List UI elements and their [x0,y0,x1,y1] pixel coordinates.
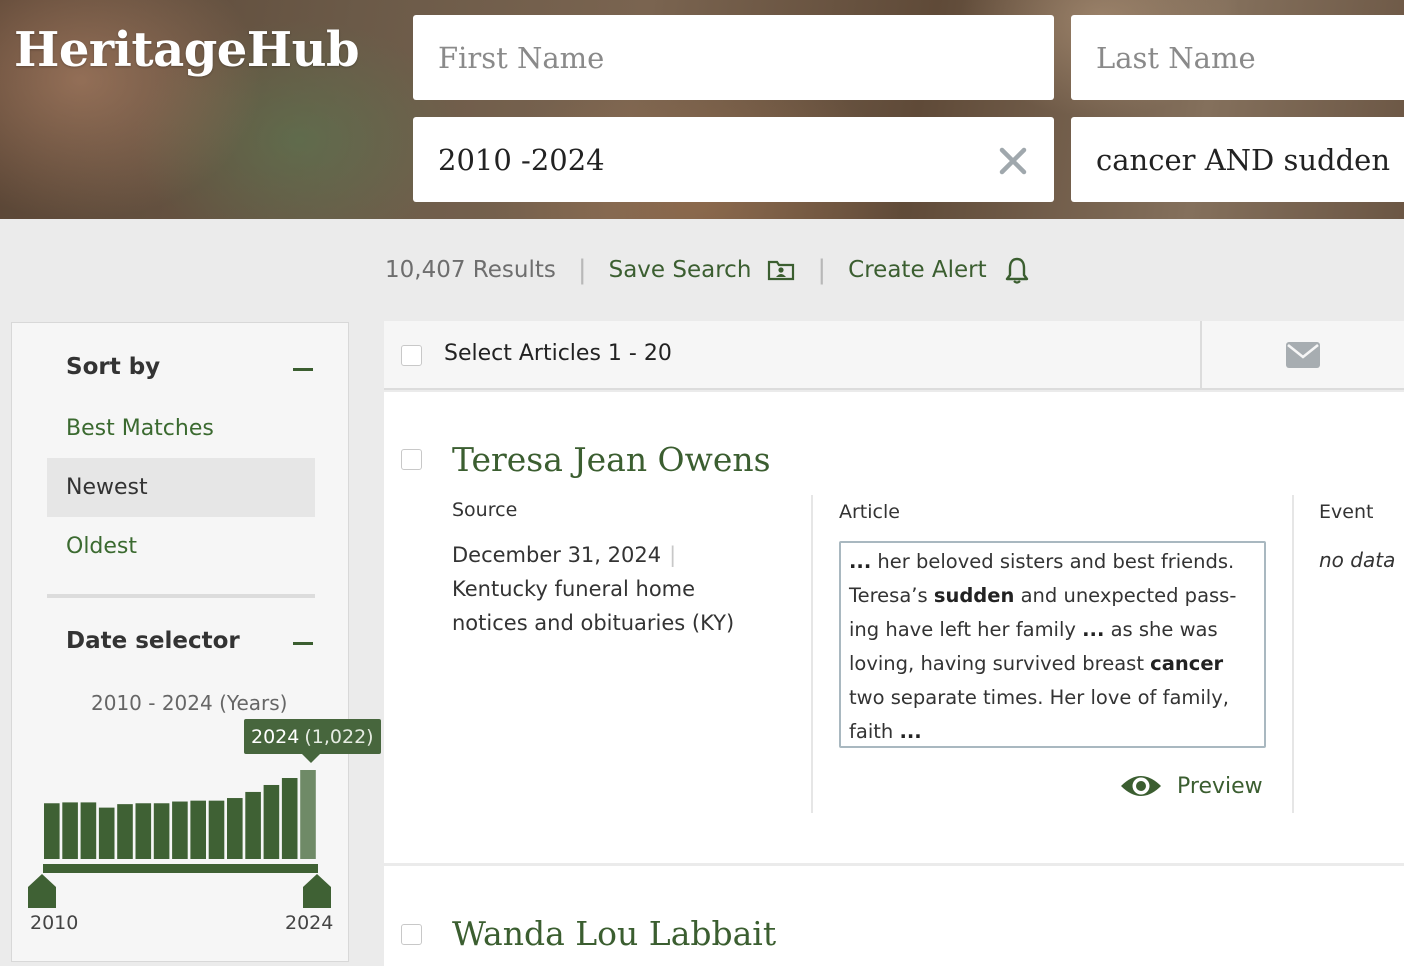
article-label: Article [839,501,900,523]
histogram-bar-2011[interactable] [62,802,78,859]
histogram-bar-2013[interactable] [98,807,115,859]
date-range-input[interactable] [413,117,1054,202]
year-histogram[interactable] [12,323,350,963]
save-search-button[interactable]: Save Search [609,257,796,283]
histogram-bar-2014[interactable] [117,804,133,859]
tooltip-count: (1,022) [304,725,374,748]
source-label: Source [452,499,518,521]
create-alert-label: Create Alert [848,257,987,283]
result-title[interactable]: Wanda Lou Labbait [452,914,776,953]
results-bar: 10,407 Results | Save Search | Create Al… [385,254,1031,286]
preview-label: Preview [1177,773,1263,799]
histogram-bar-2019[interactable] [208,800,225,859]
email-button[interactable] [1200,321,1402,388]
histogram-bar-2024[interactable] [300,770,316,859]
ellipsis: ... [899,720,922,743]
keyword-highlight: sudden [933,584,1015,607]
result-checkbox[interactable] [401,449,422,470]
result-card: Wanda Lou Labbait [384,866,1404,966]
preview-button[interactable]: Preview [1119,770,1263,802]
create-alert-button[interactable]: Create Alert [848,256,1030,284]
results-count: 10,407 Results [385,257,556,283]
column-divider [1292,495,1294,813]
histogram-bar-2016[interactable] [153,803,170,859]
histogram-bar-2010[interactable] [44,803,60,859]
result-checkbox[interactable] [401,924,422,945]
result-card: Teresa Jean Owens Source December 31, 20… [384,392,1404,863]
range-end-label: 2024 [285,912,334,934]
save-folder-icon [768,260,795,281]
save-search-label: Save Search [608,257,752,283]
separator: | [817,255,827,285]
eye-icon [1121,776,1161,796]
first-name-input[interactable] [413,15,1054,100]
mail-icon [1286,342,1320,368]
select-articles-label: Select Articles 1 - 20 [444,341,672,366]
histogram-bar-2017[interactable] [172,801,188,859]
column-divider [811,495,813,813]
keywords-input[interactable] [1071,117,1404,202]
last-name-input[interactable] [1071,15,1404,100]
histogram-tooltip: 2024 (1,022) [244,719,381,763]
event-value: no data [1319,548,1396,572]
result-title[interactable]: Teresa Jean Owens [452,440,771,479]
histogram-bar-2022[interactable] [263,784,280,859]
select-all-checkbox[interactable] [401,345,422,366]
clear-date-icon[interactable] [998,146,1028,176]
source-date: December 31, 2024 [452,543,662,567]
histogram-bar-2012[interactable] [80,802,97,859]
source-details: December 31, 2024 | Kentucky funeral home… [452,538,752,640]
range-start-label: 2010 [30,912,79,934]
range-handle-end[interactable] [303,874,331,908]
histogram-bar-2021[interactable] [245,791,261,859]
histogram-bar-2018[interactable] [190,800,206,859]
source-name: Kentucky funeral home notices and obitua… [452,577,735,635]
event-label: Event [1319,501,1374,523]
histogram-bar-2020[interactable] [227,798,243,859]
keyword-highlight: cancer [1150,652,1224,675]
select-articles-bar: Select Articles 1 - 20 [384,321,1404,390]
histogram-bar-2015[interactable] [135,803,152,859]
bell-icon [1005,257,1028,284]
separator: | [577,255,587,285]
filter-sidebar: Sort by Best Matches Newest Oldest Date … [11,322,381,963]
article-snippet: ... her beloved sisters and best friends… [839,541,1266,748]
separator: | [669,543,677,567]
tooltip-year: 2024 [251,725,300,748]
range-slider-track[interactable] [43,864,318,873]
site-logo[interactable]: HeritageHub [14,22,360,78]
range-handle-start[interactable] [28,874,56,908]
ellipsis: ... [1082,618,1105,641]
ellipsis: ... [849,550,872,573]
histogram-bar-2023[interactable] [281,778,298,859]
